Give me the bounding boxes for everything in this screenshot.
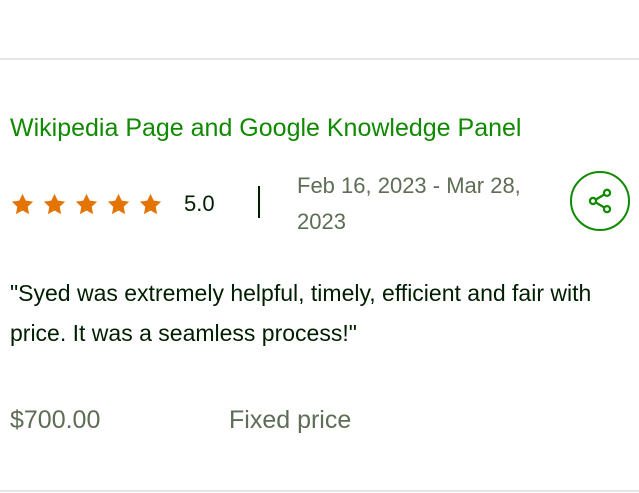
bottom-divider (0, 490, 639, 492)
job-title-link[interactable]: Wikipedia Page and Google Knowledge Pane… (10, 111, 521, 145)
date-range: Feb 16, 2023 - Mar 28, 2023 (297, 173, 521, 234)
review-feedback: "Syed was extremely helpful, timely, eff… (10, 280, 592, 346)
vertical-separator (258, 186, 260, 218)
share-icon (586, 187, 614, 215)
contract-price-type: Fixed price (229, 406, 352, 434)
star-icon (42, 192, 67, 217)
rating-value: 5.0 (184, 191, 215, 216)
contract-price: $700.00 (10, 406, 101, 434)
star-icon (138, 192, 163, 217)
rating-stars (10, 192, 163, 217)
rating-row: 5.0 (10, 186, 215, 222)
star-icon (74, 192, 99, 217)
review-card-page: Wikipedia Page and Google Knowledge Pane… (0, 0, 639, 493)
star-icon (106, 192, 131, 217)
top-divider (0, 58, 639, 60)
share-button[interactable] (570, 171, 630, 231)
star-icon (10, 192, 35, 217)
